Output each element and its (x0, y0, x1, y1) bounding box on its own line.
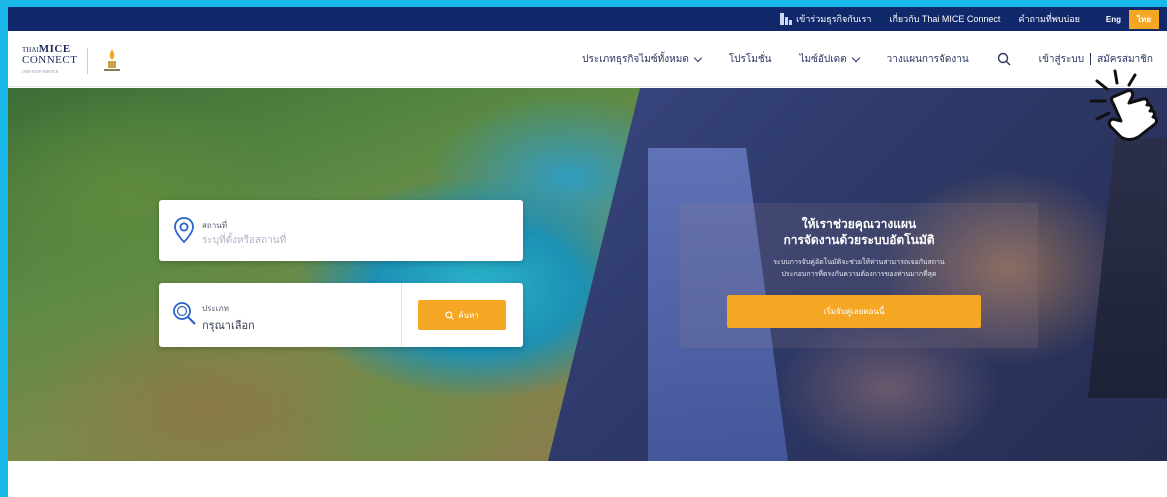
language-switcher: Eng ไทย (1097, 9, 1159, 29)
location-pin-icon (174, 217, 194, 244)
thai-mice-connect-logo: THAIMICE CONNECT ONE-STOP SERVICE (22, 44, 77, 77)
logo-divider (87, 47, 89, 74)
nav-all-business-label: ประเภทธุรกิจไมซ์ทั้งหมด (582, 53, 689, 65)
type-value: กรุณาเลือก (202, 320, 255, 332)
location-search-card[interactable]: สถานที่ ระบุที่ตั้งหรือสถานที่ (159, 200, 523, 261)
auth-separator (1090, 53, 1092, 65)
nav-event-planning-label: วางแผนการจัดงาน (886, 53, 969, 65)
nav-mice-update[interactable]: ไมซ์อัปเดต (799, 52, 860, 67)
lang-en-button[interactable]: Eng (1097, 11, 1130, 27)
promo-desc-line1: ระบบการจับคู่อัตโนมัติจะช่วยให้ท่านสามาร… (773, 259, 945, 266)
type-search-card: ประเภท กรุณาเลือก ค้นหา (159, 283, 523, 347)
location-label: สถานที่ (202, 221, 227, 230)
nav-promotion-label: โปรโมชั่น (728, 53, 772, 65)
logo-connect: CONNECT (22, 54, 78, 66)
search-button-label: ค้นหา (458, 310, 479, 320)
nav-mice-update-label: ไมซ์อัปเดต (799, 53, 847, 65)
search-icon (445, 310, 454, 320)
nav-event-planning[interactable]: วางแผนการจัดงาน (887, 52, 969, 67)
nav-promotion[interactable]: โปรโมชั่น (729, 52, 772, 67)
search-button[interactable]: ค้นหา (418, 300, 506, 330)
top-utility-bar: เข้าร่วมธุรกิจกับเรา เกี่ยวกับ Thai MICE… (8, 7, 1167, 31)
site-logo[interactable]: THAIMICE CONNECT ONE-STOP SERVICE (22, 44, 126, 77)
login-link[interactable]: เข้าสู่ระบบ (1039, 52, 1084, 67)
building-icon (780, 13, 793, 25)
suit-sleeve-shape (1088, 138, 1167, 398)
join-business-link[interactable]: เข้าร่วมธุรกิจกับเรา (780, 12, 871, 26)
chevron-down-icon (851, 53, 860, 62)
faq-label: คำถามที่พบบ่อย (1018, 14, 1080, 24)
promo-title-line2: การจัดงานด้วยระบบอัตโนมัติ (783, 233, 935, 247)
auto-matching-promo: ให้เราช่วยคุณวางแผน การจัดงานด้วยระบบอัต… (680, 203, 1038, 348)
register-link[interactable]: สมัครสมาชิก (1097, 52, 1153, 67)
join-business-label: เข้าร่วมธุรกิจกับเรา (796, 14, 872, 24)
location-input[interactable]: ระบุที่ตั้งหรือสถานที่ (202, 233, 286, 248)
type-select[interactable]: ประเภท กรุณาเลือก (159, 283, 402, 347)
auth-links: เข้าสู่ระบบ สมัครสมาชิก (1039, 52, 1153, 67)
chevron-down-icon (693, 53, 703, 62)
pointing-hand-cursor-icon (1089, 69, 1158, 141)
faq-link[interactable]: คำถามที่พบบ่อย (1018, 12, 1079, 26)
logo-thai: THAI (22, 46, 39, 54)
promo-desc-line2: ประกอบการที่ตรงกับความต้องการของท่านมากท… (781, 271, 937, 278)
main-navigation: THAIMICE CONNECT ONE-STOP SERVICE ประเภท… (8, 31, 1167, 87)
about-label: เกี่ยวกับ Thai MICE Connect (889, 14, 1001, 24)
nav-all-business[interactable]: ประเภทธุรกิจไมซ์ทั้งหมด (582, 52, 703, 67)
type-label: ประเภท (202, 304, 229, 313)
hero-banner: สถานที่ ระบุที่ตั้งหรือสถานที่ ประเภท กร… (8, 88, 1167, 461)
nav-menu: ประเภทธุรกิจไมซ์ทั้งหมด โปรโมชั่น ไมซ์อั… (582, 31, 1153, 87)
about-link[interactable]: เกี่ยวกับ Thai MICE Connect (889, 12, 1000, 26)
lang-th-button[interactable]: ไทย (1129, 9, 1159, 29)
search-icon[interactable] (997, 52, 1011, 66)
browser-page: เข้าร่วมธุรกิจกับเรา เกี่ยวกับ Thai MICE… (8, 7, 1167, 497)
magnifier-icon (173, 302, 196, 325)
logo-tagline: ONE-STOP SERVICE (22, 69, 59, 74)
start-matching-button[interactable]: เริ่มจับคู่เลยตอนนี้ (727, 295, 981, 328)
tceb-emblem-icon (104, 48, 121, 71)
